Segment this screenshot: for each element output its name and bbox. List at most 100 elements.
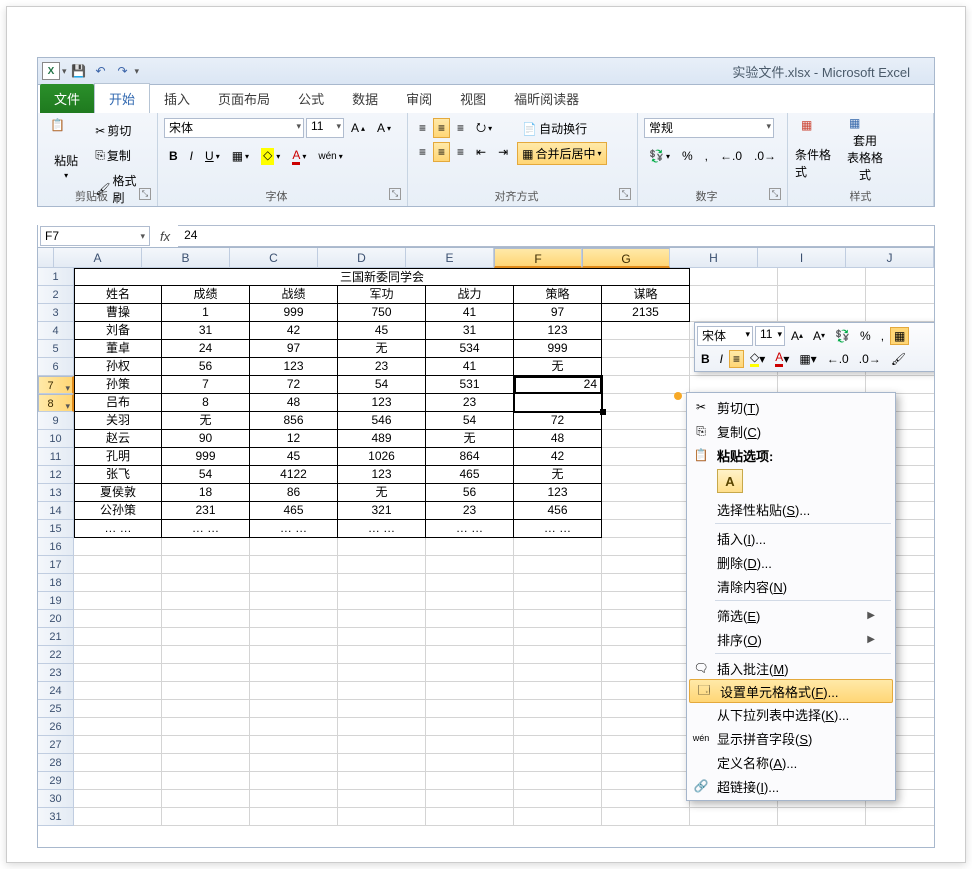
cell[interactable] <box>74 700 162 718</box>
cell[interactable]: 856 <box>250 412 338 430</box>
spreadsheet-grid[interactable]: ABCDEFGHIJ 12345678910111213141516171819… <box>37 247 935 848</box>
cell[interactable] <box>514 538 602 556</box>
col-header-E[interactable]: E <box>406 248 494 267</box>
cell[interactable]: 41 <box>426 358 514 376</box>
cells-area[interactable]: 宋体 11 A▴ A▾ 💱 % , ▦ B I ≡ ◇▾ A▾ ▦▾ ←.0 <box>74 268 935 826</box>
table-format-button[interactable]: ▦套用 表格格式 <box>842 117 888 181</box>
cell[interactable] <box>602 466 690 484</box>
cell[interactable] <box>338 538 426 556</box>
cell[interactable]: 18 <box>162 484 250 502</box>
cell[interactable] <box>250 574 338 592</box>
conditional-format-button[interactable]: ▦条件格式 <box>794 117 840 181</box>
cell[interactable] <box>338 556 426 574</box>
cell[interactable]: 姓名 <box>74 286 162 304</box>
cell[interactable] <box>602 358 690 376</box>
cell[interactable]: 无 <box>162 412 250 430</box>
row-header-27[interactable]: 27 <box>38 736 74 754</box>
font-color-button[interactable]: A▾ <box>287 145 311 168</box>
cell[interactable]: 吕布 <box>74 394 162 412</box>
mini-grow-font-button[interactable]: A▴ <box>787 327 807 345</box>
row-header-3[interactable]: 3 <box>38 304 74 322</box>
name-box[interactable]: F7▾ <box>40 226 150 246</box>
row-header-20[interactable]: 20 <box>38 610 74 628</box>
cell[interactable]: 231 <box>162 502 250 520</box>
cell[interactable]: 1 <box>162 304 250 322</box>
clipboard-launcher[interactable]: ⤡ <box>139 188 151 200</box>
ctx-phonetic[interactable]: wén显示拼音字段(S) <box>687 726 895 750</box>
cell[interactable] <box>338 772 426 790</box>
col-header-H[interactable]: H <box>670 248 758 267</box>
merge-center-button[interactable]: ▦合并后居中▾ <box>517 142 606 165</box>
mini-shrink-font-button[interactable]: A▾ <box>809 327 829 345</box>
cell[interactable] <box>602 448 690 466</box>
cell[interactable] <box>74 574 162 592</box>
cell[interactable] <box>162 646 250 664</box>
row-header-31[interactable]: 31 <box>38 808 74 826</box>
cell[interactable]: 54 <box>426 412 514 430</box>
tab-layout[interactable]: 页面布局 <box>204 84 284 113</box>
mini-fill-color-button[interactable]: ◇▾ <box>746 348 769 369</box>
cell[interactable]: 孙策 <box>74 376 162 394</box>
cell[interactable] <box>162 736 250 754</box>
cell[interactable] <box>866 808 935 826</box>
cell[interactable] <box>602 322 690 340</box>
cell[interactable] <box>250 556 338 574</box>
italic-button[interactable]: I <box>185 146 198 166</box>
row-header-21[interactable]: 21 <box>38 628 74 646</box>
cell[interactable]: 56 <box>426 484 514 502</box>
tab-foxit[interactable]: 福昕阅读器 <box>500 84 593 113</box>
cell[interactable] <box>866 268 935 286</box>
cell[interactable]: 864 <box>426 448 514 466</box>
cell[interactable] <box>426 754 514 772</box>
cell[interactable]: 97 <box>250 340 338 358</box>
cell[interactable]: 48 <box>250 394 338 412</box>
cell[interactable] <box>250 790 338 808</box>
cell[interactable] <box>602 502 690 520</box>
cell[interactable] <box>602 538 690 556</box>
align-center-button[interactable]: ≡ <box>433 142 450 162</box>
increase-indent-button[interactable]: ⇥ <box>493 142 513 162</box>
cell[interactable] <box>778 286 866 304</box>
cell[interactable]: … … <box>162 520 250 538</box>
cell[interactable]: 战绩 <box>250 286 338 304</box>
cell[interactable] <box>778 268 866 286</box>
cell[interactable] <box>426 664 514 682</box>
cell[interactable] <box>338 628 426 646</box>
cell[interactable]: 无 <box>426 430 514 448</box>
row-header-1[interactable]: 1 <box>38 268 74 286</box>
row-header-23[interactable]: 23 <box>38 664 74 682</box>
ctx-clear[interactable]: 清除内容(N) <box>687 574 895 598</box>
cell[interactable] <box>250 646 338 664</box>
cell[interactable] <box>426 592 514 610</box>
cell[interactable] <box>162 538 250 556</box>
cell[interactable] <box>690 286 778 304</box>
cell[interactable] <box>250 700 338 718</box>
cell[interactable] <box>74 754 162 772</box>
cell[interactable] <box>514 700 602 718</box>
cell[interactable] <box>514 808 602 826</box>
cell[interactable]: 31 <box>426 322 514 340</box>
tab-view[interactable]: 视图 <box>446 84 500 113</box>
cell[interactable] <box>338 682 426 700</box>
cell[interactable]: 成绩 <box>162 286 250 304</box>
cell[interactable] <box>162 628 250 646</box>
cell[interactable] <box>250 664 338 682</box>
mini-bold-button[interactable]: B <box>697 350 714 368</box>
cell[interactable]: 4122 <box>250 466 338 484</box>
cell[interactable] <box>426 556 514 574</box>
cell[interactable] <box>602 430 690 448</box>
cell[interactable]: 孙权 <box>74 358 162 376</box>
cell[interactable] <box>514 610 602 628</box>
cell[interactable] <box>426 772 514 790</box>
cell[interactable]: 45 <box>250 448 338 466</box>
col-header-G[interactable]: G <box>582 248 670 268</box>
ctx-insert-comment[interactable]: 🗨插入批注(M) <box>687 656 895 680</box>
phonetic-button[interactable]: wén▾ <box>313 148 347 165</box>
cell[interactable]: 999 <box>514 340 602 358</box>
cut-button[interactable]: ✂剪切 <box>90 119 151 142</box>
cell[interactable] <box>74 808 162 826</box>
cell[interactable]: 72 <box>250 376 338 394</box>
cell[interactable] <box>514 682 602 700</box>
cell[interactable] <box>690 268 778 286</box>
cell[interactable] <box>162 574 250 592</box>
